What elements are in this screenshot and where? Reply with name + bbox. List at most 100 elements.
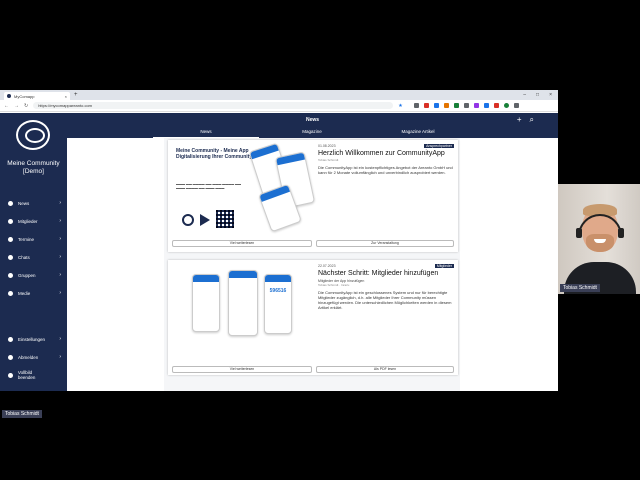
chevron-right-icon: ›	[59, 336, 61, 342]
meeting-stage: MyComapp × + – □ × ← → ↻ https://mycomap…	[0, 0, 640, 480]
address-bar: ← → ↻ https://mycomappareanto.com ★	[0, 100, 558, 112]
news-card[interactable]: Meine Community - Meine App Digitalisier…	[168, 140, 458, 252]
new-tab-button[interactable]: +	[74, 92, 78, 98]
sidebar-item-label: Mitglieder	[18, 218, 38, 224]
news-icon	[8, 200, 13, 206]
browser-tab-bar: MyComapp × + – □ ×	[0, 90, 558, 100]
community-logo-icon[interactable]	[16, 120, 50, 150]
browser-window: MyComapp × + – □ × ← → ↻ https://mycomap…	[0, 90, 558, 391]
post-title[interactable]: Nächster Schritt: Mitglieder hinzufügen	[318, 270, 454, 278]
sidebar-item-label: Chats	[18, 254, 30, 260]
event-button[interactable]: Zur Veranstaltung	[316, 240, 454, 247]
fullscreen-icon	[8, 372, 13, 378]
tab-magazine-articles[interactable]: Magazine Artikel	[365, 127, 471, 138]
read-more-label: Viel weiterlesen	[229, 241, 255, 245]
read-more-button[interactable]: Viel weiterlesen	[172, 366, 312, 373]
favicon-icon	[7, 94, 11, 98]
sidebar-item-fullscreen[interactable]: Vollbild beenden	[0, 368, 50, 382]
window-controls: – □ ×	[523, 92, 558, 98]
sidebar-item-chats[interactable]: Chats ›	[0, 250, 67, 264]
extension-icon[interactable]	[433, 103, 439, 108]
minimize-icon[interactable]: –	[523, 92, 526, 98]
maximize-icon[interactable]: □	[536, 92, 539, 98]
profile-icon[interactable]	[503, 103, 509, 108]
chevron-right-icon: ›	[59, 218, 61, 224]
read-more-label: Viel weiterlesen	[229, 367, 255, 371]
url-text: https://mycomappareanto.com	[38, 103, 93, 108]
post-text: Die CommunityApp ist ein geschlossenes S…	[318, 290, 452, 310]
extension-icon[interactable]	[493, 103, 499, 108]
page-title: News	[305, 117, 320, 123]
sidebar-item-news[interactable]: News ›	[0, 196, 67, 210]
chevron-right-icon: ›	[59, 236, 61, 242]
app-logo-icon	[182, 214, 194, 226]
extension-icon[interactable]	[473, 103, 479, 108]
qr-code-icon	[216, 210, 234, 228]
post-author: Tobias Schmidt · Inrazu	[318, 283, 350, 287]
post-body: 01.08.2023 Ansprechpartner Herzlich Will…	[318, 144, 454, 175]
sidebar-item-label: Abmelden	[18, 354, 39, 360]
self-name-label: Tobias Schmidt	[2, 410, 42, 418]
post-badge: Ansprechpartner	[424, 144, 454, 148]
event-button-label: Zur Veranstaltung	[371, 241, 399, 245]
chevron-right-icon: ›	[59, 272, 61, 278]
community-app: Meine Community [Demo] News › Mitglieder…	[0, 113, 558, 391]
sidebar-item-media[interactable]: Medie ›	[0, 286, 67, 300]
menu-icon[interactable]	[513, 103, 519, 108]
close-tab-icon[interactable]: ×	[65, 94, 67, 99]
post-image-caption: ▬▬▬ ▬▬ ▬▬▬▬ ▬▬ ▬▬▬ ▬▬▬▬ ▬▬ ▬▬▬ ▬▬▬▬ ▬▬ ▬…	[176, 182, 242, 190]
url-field[interactable]: https://mycomappareanto.com	[33, 102, 394, 109]
browser-tab[interactable]: MyComapp ×	[4, 92, 70, 100]
pdf-button[interactable]: Als PDF lesen	[316, 366, 454, 373]
sidebar-item-members[interactable]: Mitglieder ›	[0, 214, 67, 228]
bookmark-star-icon[interactable]: ★	[398, 103, 402, 109]
sidebar-item-events[interactable]: Termine ›	[0, 232, 67, 246]
sidebar-item-label: Medie	[18, 290, 31, 296]
post-title[interactable]: Herzlich Willkommen zur CommunityApp	[318, 150, 454, 158]
post-badge: Mitglieder	[434, 264, 454, 268]
post-image-title: Meine Community - Meine App Digitalisier…	[176, 148, 253, 160]
post-date: 22.07.2023	[318, 264, 336, 268]
chevron-right-icon: ›	[59, 290, 61, 296]
close-window-icon[interactable]: ×	[549, 92, 552, 98]
calendar-icon	[8, 236, 13, 242]
tab-news[interactable]: News	[153, 127, 259, 138]
chevron-right-icon: ›	[59, 254, 61, 260]
tab-magazine[interactable]: Magazine	[259, 127, 365, 138]
extension-icon[interactable]	[453, 103, 459, 108]
extension-icon[interactable]	[463, 103, 469, 108]
groups-icon	[8, 272, 13, 278]
search-icon[interactable]: ⌕	[530, 113, 534, 127]
main-content: News + ⌕ News Magazine Magazine Artikel	[67, 113, 558, 391]
media-icon	[8, 290, 13, 296]
sidebar-item-groups[interactable]: Gruppen ›	[0, 268, 67, 282]
arrow-icon	[200, 214, 210, 226]
extension-icon[interactable]	[483, 103, 489, 108]
extensions-bar	[413, 103, 519, 108]
extension-icon[interactable]	[423, 103, 429, 108]
post-body: 22.07.2023 Mitglieder Nächster Schritt: …	[318, 264, 454, 310]
reload-icon[interactable]: ↻	[24, 103, 28, 109]
community-name: Meine Community [Demo]	[7, 160, 60, 175]
post-image: 596516	[172, 264, 312, 362]
back-icon[interactable]: ←	[4, 103, 9, 109]
chevron-right-icon: ›	[59, 354, 61, 360]
sidebar-item-settings[interactable]: Einstellungen ›	[0, 332, 67, 346]
post-text: Die CommunityApp ist ein kostenpflichtig…	[318, 165, 453, 175]
forward-icon[interactable]: →	[14, 103, 19, 109]
post-image: Meine Community - Meine App Digitalisier…	[172, 142, 316, 234]
phone-number: 596516	[269, 288, 287, 294]
extension-icon[interactable]	[413, 103, 419, 108]
sidebar: Meine Community [Demo] News › Mitglieder…	[0, 113, 67, 391]
extension-icon[interactable]	[443, 103, 449, 108]
sidebar-item-logout[interactable]: Abmelden ›	[0, 350, 67, 364]
members-icon	[8, 218, 13, 224]
top-bar-actions: + ⌕	[517, 113, 534, 127]
read-more-button[interactable]: Viel weiterlesen	[172, 240, 312, 247]
news-feed: Meine Community - Meine App Digitalisier…	[164, 138, 460, 391]
sidebar-item-label: Gruppen	[18, 272, 36, 278]
add-icon[interactable]: +	[517, 113, 522, 127]
news-card[interactable]: 596516 22.07.2023 Mitglieder Nächster Sc…	[168, 260, 458, 375]
chat-icon	[8, 254, 13, 260]
settings-icon	[8, 336, 13, 342]
